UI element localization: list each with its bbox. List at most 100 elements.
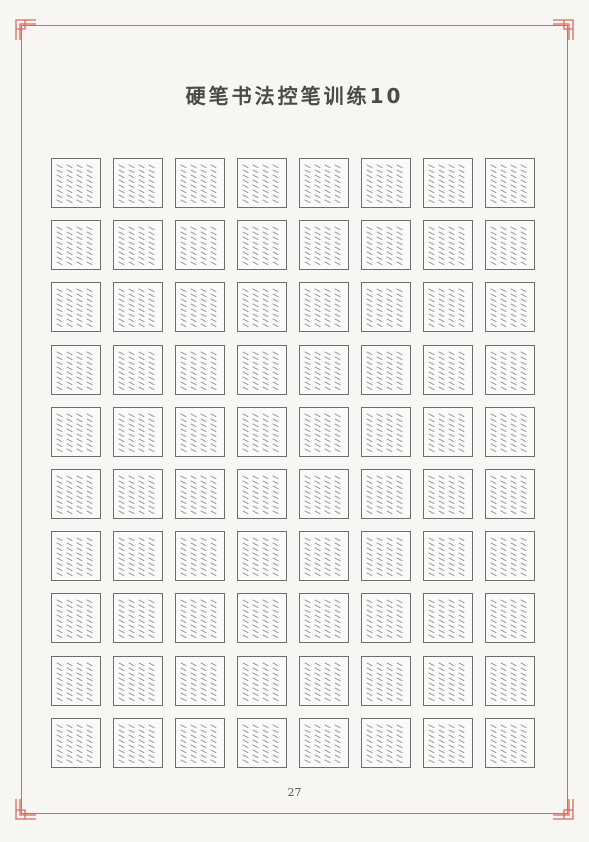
practice-cell[interactable] (175, 655, 225, 706)
practice-cell[interactable] (237, 158, 287, 208)
practice-cell[interactable] (299, 344, 349, 395)
practice-cell[interactable] (299, 220, 349, 271)
practice-cell[interactable] (423, 282, 473, 333)
practice-cell[interactable] (51, 593, 101, 644)
practice-cell[interactable] (299, 282, 349, 333)
practice-cell[interactable] (237, 406, 287, 457)
diagonal-dash-stroke (386, 298, 393, 303)
practice-cell[interactable] (423, 593, 473, 644)
practice-cell[interactable] (485, 593, 535, 644)
practice-cell[interactable] (485, 220, 535, 271)
practice-cell[interactable] (113, 468, 163, 519)
practice-cell[interactable] (175, 344, 225, 395)
practice-cell[interactable] (423, 655, 473, 706)
diagonal-dash-stroke (252, 288, 259, 293)
diagonal-dash-stroke (180, 629, 187, 634)
practice-cell[interactable] (113, 282, 163, 333)
practice-cell[interactable] (423, 220, 473, 271)
practice-cell[interactable] (423, 468, 473, 519)
diagonal-dash-stroke (314, 236, 321, 241)
practice-cell[interactable] (237, 593, 287, 644)
practice-cell[interactable] (361, 717, 411, 768)
practice-cell[interactable] (485, 655, 535, 706)
practice-cell[interactable] (485, 468, 535, 519)
practice-cell[interactable] (423, 531, 473, 582)
practice-cell[interactable] (113, 220, 163, 271)
practice-cell[interactable] (113, 344, 163, 395)
practice-cell[interactable] (237, 220, 287, 271)
diagonal-dash-stroke (520, 562, 527, 567)
diagonal-dash-stroke (180, 293, 187, 298)
diagonal-dash-stroke (396, 500, 403, 504)
practice-cell[interactable] (51, 717, 101, 768)
practice-cell[interactable] (113, 158, 163, 208)
practice-cell[interactable] (51, 468, 101, 519)
practice-cell[interactable] (175, 406, 225, 457)
practice-cell[interactable] (113, 593, 163, 644)
practice-cell[interactable] (175, 717, 225, 768)
practice-cell[interactable] (51, 220, 101, 271)
practice-cell[interactable] (423, 158, 473, 208)
diagonal-dash-stroke (314, 557, 321, 562)
practice-cell[interactable] (485, 282, 535, 333)
practice-cell[interactable] (485, 717, 535, 768)
practice-cell[interactable] (485, 158, 535, 208)
practice-cell[interactable] (113, 531, 163, 582)
practice-cell[interactable] (113, 406, 163, 457)
practice-cell[interactable] (361, 655, 411, 706)
practice-cell[interactable] (175, 220, 225, 271)
practice-cell[interactable] (51, 344, 101, 395)
diagonal-dash-stroke (86, 288, 93, 293)
practice-cell[interactable] (51, 158, 101, 208)
practice-cell[interactable] (299, 406, 349, 457)
diagonal-dash-stroke (66, 480, 73, 484)
practice-cell[interactable] (361, 406, 411, 457)
practice-cell[interactable] (175, 282, 225, 333)
practice-cell[interactable] (423, 344, 473, 395)
diagonal-dash-stroke (118, 599, 125, 604)
diagonal-dash-stroke (500, 724, 507, 728)
practice-cell[interactable] (237, 655, 287, 706)
practice-cell[interactable] (361, 282, 411, 333)
diagonal-dash-stroke (180, 418, 187, 422)
practice-cell[interactable] (237, 531, 287, 582)
practice-cell[interactable] (423, 717, 473, 768)
practice-cell[interactable] (175, 468, 225, 519)
practice-cell[interactable] (361, 593, 411, 644)
practice-cell[interactable] (51, 406, 101, 457)
practice-cell[interactable] (485, 344, 535, 395)
practice-cell[interactable] (51, 655, 101, 706)
practice-cell[interactable] (361, 531, 411, 582)
practice-cell[interactable] (175, 531, 225, 582)
practice-cell[interactable] (299, 717, 349, 768)
diagonal-dash-stroke (458, 251, 465, 256)
diagonal-dash-stroke (56, 542, 63, 547)
practice-cell[interactable] (299, 531, 349, 582)
practice-cell[interactable] (237, 468, 287, 519)
practice-cell[interactable] (423, 406, 473, 457)
diagonal-dash-stroke (438, 537, 445, 542)
practice-cell[interactable] (237, 717, 287, 768)
practice-cell[interactable] (361, 344, 411, 395)
practice-cell[interactable] (113, 717, 163, 768)
practice-cell[interactable] (299, 593, 349, 644)
practice-cell[interactable] (51, 282, 101, 333)
practice-cell[interactable] (237, 282, 287, 333)
practice-cell[interactable] (175, 593, 225, 644)
practice-cell[interactable] (299, 655, 349, 706)
practice-cell[interactable] (237, 344, 287, 395)
diagonal-dash-stroke (118, 386, 125, 390)
practice-cell[interactable] (299, 468, 349, 519)
practice-cell[interactable] (485, 406, 535, 457)
practice-cell[interactable] (113, 655, 163, 706)
practice-cell[interactable] (361, 158, 411, 208)
diagonal-dash-icon (242, 599, 279, 639)
practice-cell[interactable] (485, 531, 535, 582)
practice-cell[interactable] (51, 531, 101, 582)
practice-cell[interactable] (175, 158, 225, 208)
practice-cell[interactable] (299, 158, 349, 208)
diagonal-dash-stroke (66, 754, 73, 758)
practice-cell[interactable] (361, 468, 411, 519)
practice-cell[interactable] (361, 220, 411, 271)
diagonal-dash-stroke (396, 313, 403, 318)
